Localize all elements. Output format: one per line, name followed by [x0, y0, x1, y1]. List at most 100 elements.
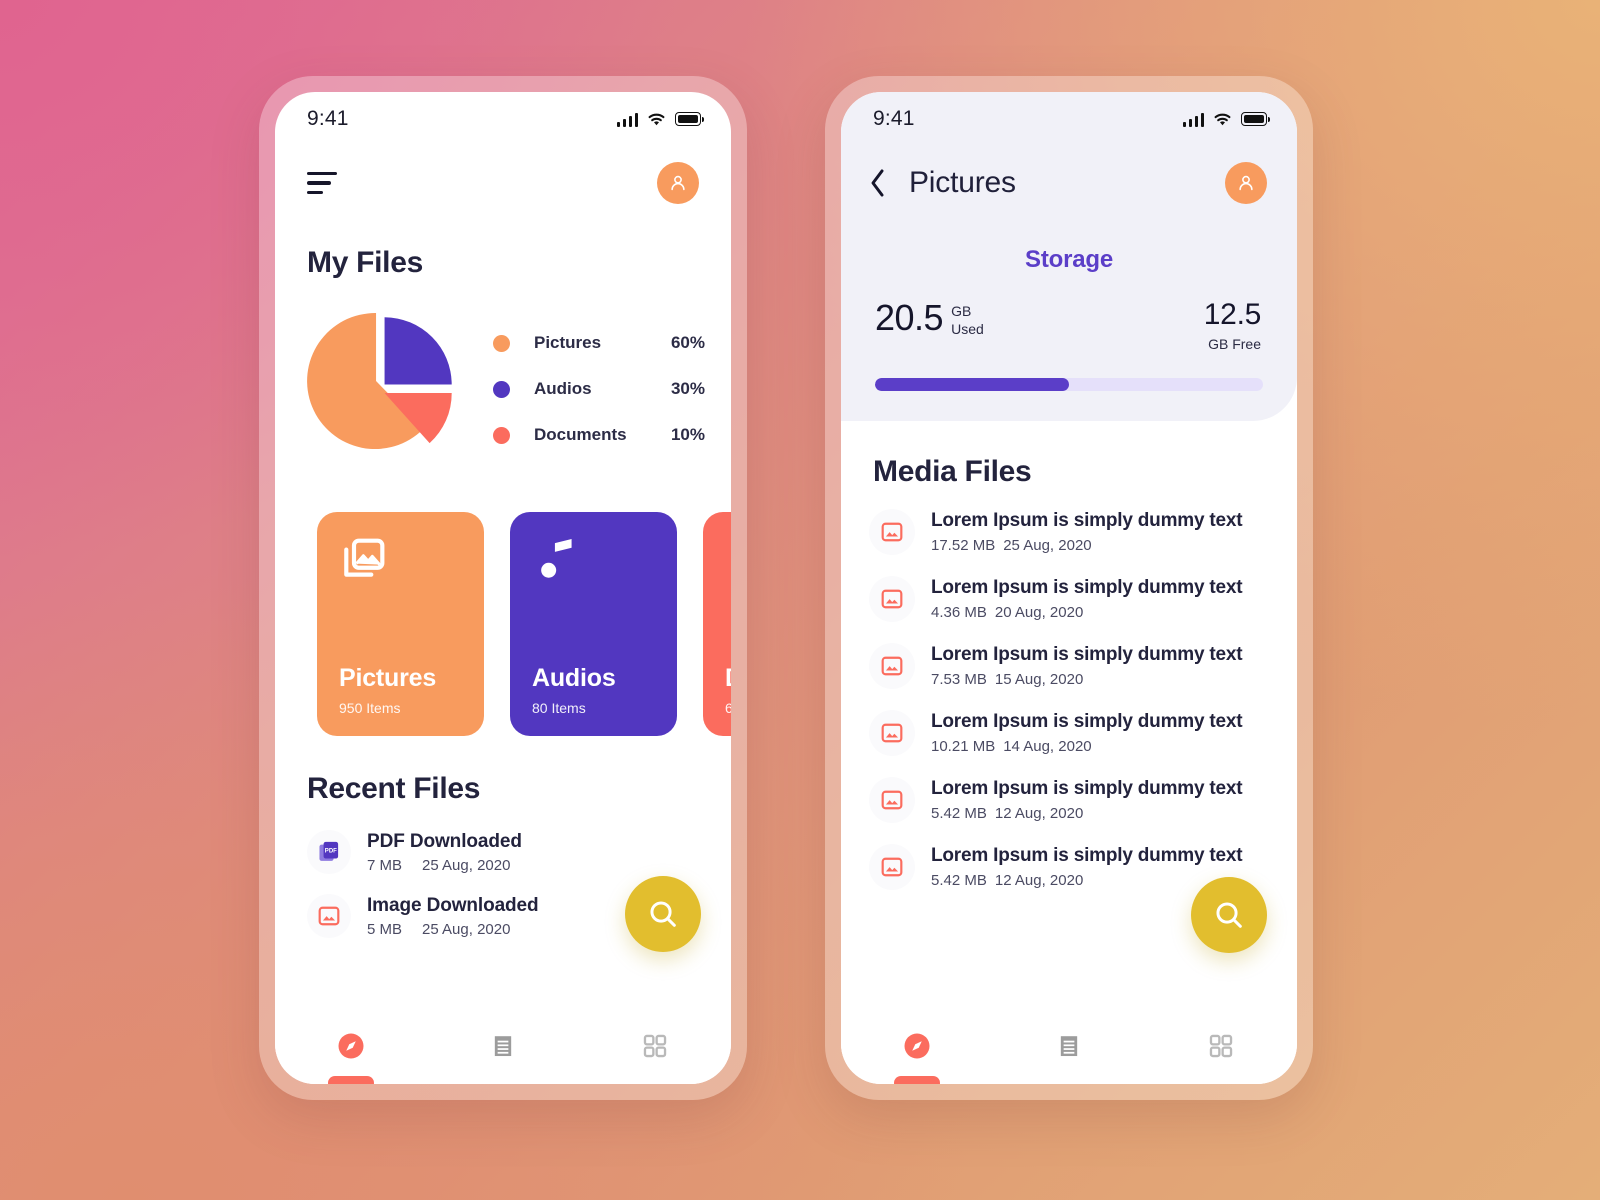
storage-progress-bar	[875, 378, 1263, 391]
search-fab-button[interactable]	[625, 876, 701, 952]
user-avatar-icon[interactable]	[1225, 162, 1267, 204]
file-name: Lorem Ipsum is simply dummy text	[931, 845, 1243, 866]
battery-icon	[1241, 112, 1271, 126]
nav-item-list[interactable]	[993, 1008, 1145, 1084]
file-text-block: PDF Downloaded 7 MB 25 Aug, 2020	[367, 831, 522, 874]
search-icon	[1216, 902, 1242, 928]
list-item[interactable]: PDF PDF Downloaded 7 MB 25 Aug, 2020	[307, 822, 699, 886]
file-date: 20 Aug, 2020	[994, 604, 1084, 621]
search-fab-button[interactable]	[1191, 877, 1267, 953]
category-name: Audios	[532, 664, 616, 692]
media-files-title: Media Files	[873, 455, 1032, 488]
list-item[interactable]: Lorem Ipsum is simply dummy text 5.42 MB 1…	[869, 767, 1267, 834]
image-glyph	[881, 656, 903, 676]
nav-active-indicator	[894, 1076, 940, 1084]
image-glyph	[881, 723, 903, 743]
storage-used-unit-line2: Used	[951, 320, 984, 337]
compass-icon	[338, 1033, 364, 1059]
list-item[interactable]: Lorem Ipsum is simply dummy text 10.21 MB…	[869, 700, 1267, 767]
image-file-icon	[869, 509, 915, 555]
legend-item-audios: Audios 30%	[493, 379, 705, 399]
file-size: 7 MB	[367, 856, 403, 874]
file-text-block: Lorem Ipsum is simply dummy text 17.52 MB…	[931, 510, 1243, 554]
file-date: 25 Aug, 2020	[1003, 537, 1092, 554]
image-file-icon	[869, 844, 915, 890]
file-meta: 5.42 MB 12 Aug, 2020	[931, 805, 1242, 822]
file-size: 17.52 MB	[931, 537, 996, 554]
nav-item-list[interactable]	[427, 1008, 579, 1084]
file-date: 25 Aug, 2020	[422, 920, 511, 938]
file-meta: 5 MB 25 Aug, 2020	[367, 921, 539, 938]
file-text-block: Lorem Ipsum is simply dummy text 5.42 MB 1…	[931, 845, 1243, 889]
user-avatar-icon[interactable]	[657, 162, 699, 204]
app-bar-left: Pictures	[869, 166, 1016, 200]
file-size: 10.21 MB	[931, 738, 996, 755]
hamburger-icon[interactable]	[307, 171, 337, 195]
file-meta: 17.52 MB 25 Aug, 2020	[931, 537, 1242, 554]
file-name: Lorem Ipsum is simply dummy text	[931, 711, 1243, 732]
legend-swatch-audios	[493, 380, 510, 398]
file-size: 5.42 MB	[931, 872, 987, 889]
image-file-icon	[869, 576, 915, 622]
pie-chart-svg	[307, 313, 452, 450]
storage-used-unit-line1: GB	[951, 303, 972, 319]
file-meta: 10.21 MB 14 Aug, 2020	[931, 738, 1242, 755]
file-name: Lorem Ipsum is simply dummy text	[931, 644, 1243, 665]
status-time: 9:41	[307, 107, 349, 130]
app-bar: Pictures	[841, 146, 1297, 220]
storage-used-unit: GB Used	[951, 300, 984, 338]
status-time: 9:41	[873, 107, 915, 130]
list-icon	[1060, 1036, 1078, 1057]
pie-slice-audios	[384, 317, 452, 385]
file-meta: 7.53 MB 15 Aug, 2020	[931, 671, 1242, 688]
file-name: Lorem Ipsum is simply dummy text	[931, 510, 1243, 531]
list-item[interactable]: Lorem Ipsum is simply dummy text 7.53 MB 1…	[869, 633, 1267, 700]
svg-text:PDF: PDF	[325, 849, 337, 855]
file-name: PDF Downloaded	[367, 830, 522, 852]
nav-active-indicator	[328, 1076, 374, 1084]
list-item[interactable]: Lorem Ipsum is simply dummy text 4.36 MB 2…	[869, 566, 1267, 633]
document-icon	[725, 534, 731, 584]
pie-legend: Pictures 60% Audios 30% Documents 10%	[493, 329, 705, 445]
file-date: 25 Aug, 2020	[422, 856, 511, 874]
image-glyph	[881, 522, 903, 542]
file-meta: 5.42 MB 12 Aug, 2020	[931, 872, 1242, 889]
list-item[interactable]: Lorem Ipsum is simply dummy text 17.52 MB…	[869, 499, 1267, 566]
image-glyph	[881, 790, 903, 810]
file-date: 12 Aug, 2020	[994, 872, 1084, 889]
page-title: Pictures	[909, 166, 1016, 199]
file-text-block: Lorem Ipsum is simply dummy text 7.53 MB 1…	[931, 644, 1243, 688]
storage-used-value: 20.5	[875, 297, 944, 338]
storage-used-group: 20.5 GB Used	[875, 300, 984, 338]
category-card-documents[interactable]: Documents 6 Items	[703, 512, 731, 736]
storage-free-group: 12.5 GB Free	[1204, 300, 1262, 353]
category-card-list: Pictures 950 Items Audios 80 Items 6	[275, 472, 731, 736]
category-card-audios[interactable]: Audios 80 Items	[510, 512, 677, 736]
screen-pictures: 9:41 Pictures Storage 20.5 GB Used 12.5 …	[841, 92, 1297, 1084]
file-meta: 7 MB 25 Aug, 2020	[367, 857, 522, 874]
file-text-block: Lorem Ipsum is simply dummy text 10.21 MB…	[931, 711, 1243, 755]
legend-value-audios: 30%	[670, 379, 705, 398]
phone-frame-home: 9:41 My Files Pictures 60% Audios 30% Do…	[259, 76, 747, 1100]
music-note-icon	[541, 539, 572, 578]
nav-item-explore[interactable]	[275, 1008, 427, 1084]
legend-swatch-pictures	[493, 334, 510, 352]
image-file-icon	[307, 894, 351, 938]
nav-item-grid[interactable]	[1145, 1008, 1297, 1084]
chevron-left-icon[interactable]	[869, 168, 887, 198]
legend-label-pictures: Pictures	[534, 333, 602, 352]
bottom-navigation	[275, 1008, 731, 1084]
nav-item-explore[interactable]	[841, 1008, 993, 1084]
wifi-icon	[1214, 113, 1231, 125]
compass-icon	[904, 1033, 930, 1059]
file-name: Lorem Ipsum is simply dummy text	[931, 778, 1243, 799]
image-file-icon	[869, 643, 915, 689]
file-size: 7.53 MB	[931, 671, 987, 688]
grid-icon	[643, 1034, 667, 1058]
category-card-pictures[interactable]: Pictures 950 Items	[317, 512, 484, 736]
person-glyph	[1239, 175, 1253, 191]
nav-item-grid[interactable]	[579, 1008, 731, 1084]
file-date: 12 Aug, 2020	[994, 805, 1084, 822]
pdf-glyph: PDF	[319, 841, 339, 861]
photos-icon	[344, 538, 385, 577]
